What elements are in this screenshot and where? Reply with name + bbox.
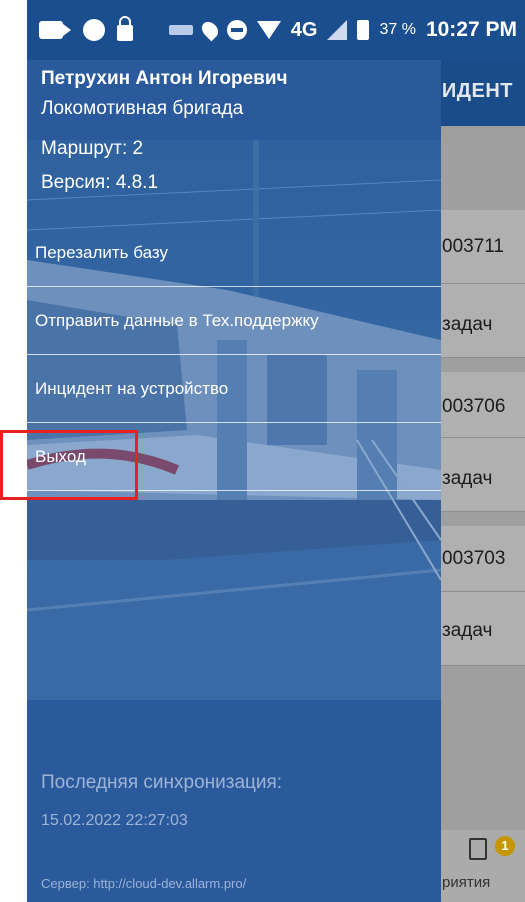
last-sync-date: 15.02.2022 22:27:03 <box>41 812 188 829</box>
keyboard-icon <box>168 25 193 35</box>
lock-icon <box>117 16 133 41</box>
divider <box>27 286 441 287</box>
tab-label[interactable]: риятия <box>442 874 490 891</box>
list-item-tasks: задач <box>442 620 493 641</box>
video-camera-icon <box>39 21 71 39</box>
wifi-icon <box>256 21 281 39</box>
user-name: Петрухин Антон Игоревич <box>41 68 288 89</box>
clipboard-icon[interactable] <box>469 838 487 860</box>
list-item-number: 003703 <box>442 548 506 569</box>
menu-item-reload-database[interactable]: Перезалить базу <box>35 220 441 286</box>
menu-item-label: Отправить данные в Тех.поддержку <box>35 311 319 330</box>
notification-badge: 1 <box>495 836 515 856</box>
clock: 10:27 PM <box>425 18 517 41</box>
do-not-disturb-icon <box>226 20 247 40</box>
last-sync-label: Последняя синхронизация: <box>41 772 283 793</box>
list-item-number: 003711 <box>442 236 504 257</box>
user-role: Локомотивная бригада <box>41 98 244 119</box>
list-item-tasks: задач <box>442 468 493 489</box>
app-title: ИДЕНТ <box>441 80 513 102</box>
battery-percent: 37 % <box>379 21 416 38</box>
divider <box>27 354 441 355</box>
location-pin-icon <box>198 18 222 42</box>
list-item-number: 003706 <box>442 396 506 417</box>
menu-item-label: Перезалить базу <box>35 243 168 262</box>
divider <box>27 422 441 423</box>
circle-icon <box>83 19 105 41</box>
signal-icon <box>327 20 348 40</box>
list-item-tasks: задач <box>442 314 493 335</box>
menu-item-label: Инцидент на устройство <box>35 379 229 398</box>
app-version: Версия: 4.8.1 <box>41 172 159 193</box>
menu-item-send-support-data[interactable]: Отправить данные в Тех.поддержку <box>35 288 441 354</box>
status-bar: 4G 37 % 10:27 PM <box>27 0 525 60</box>
menu-item-device-incident[interactable]: Инцидент на устройство <box>35 356 441 422</box>
server-url: Сервер: http://cloud-dev.allarm.pro/ <box>41 876 247 891</box>
battery-icon <box>357 20 370 40</box>
route-info: Маршрут: 2 <box>41 138 144 159</box>
network-type: 4G <box>290 18 318 41</box>
highlight-box <box>0 430 138 500</box>
